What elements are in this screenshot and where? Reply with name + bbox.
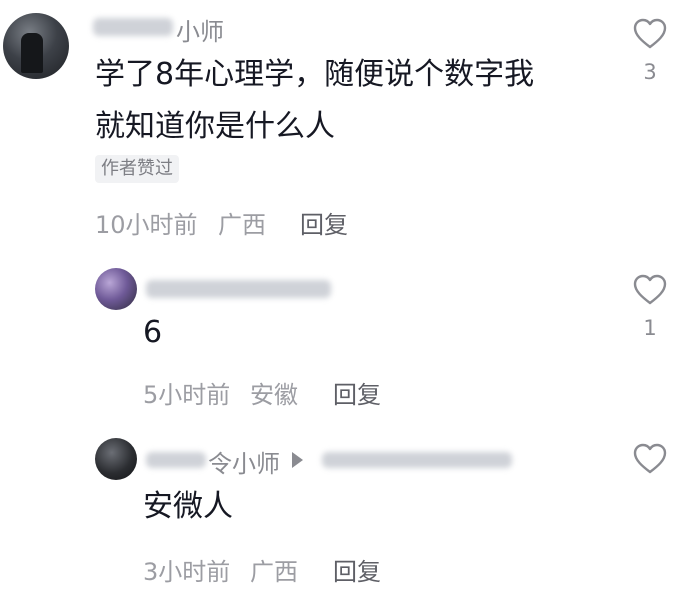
username-suffix: 令小师 <box>208 450 280 478</box>
comment-text: 就知道你是什么人 <box>95 109 335 144</box>
comment-time: 5小时前 <box>143 381 231 409</box>
username[interactable] <box>146 280 331 298</box>
comment-location: 广西 <box>218 211 266 239</box>
reply-button[interactable]: 回复 <box>333 375 381 410</box>
triangle-right-icon <box>292 452 303 468</box>
username-suffix: 小师 <box>176 18 224 46</box>
comment-location: 广西 <box>250 558 298 586</box>
reply-button[interactable]: 回复 <box>300 205 348 240</box>
avatar[interactable] <box>3 13 69 79</box>
reply-to-username[interactable] <box>322 452 512 468</box>
heart-outline-icon[interactable] <box>633 274 667 306</box>
reply-button[interactable]: 回复 <box>333 552 381 587</box>
like-count: 1 <box>643 316 657 340</box>
comment-text: 学了8年心理学，随便说个数字我 <box>95 57 535 92</box>
author-liked-tag: 作者赞过 <box>95 155 179 183</box>
comment-time: 3小时前 <box>143 558 231 586</box>
comment-text: 安微人 <box>143 489 233 524</box>
heart-outline-icon[interactable] <box>633 443 667 475</box>
avatar[interactable] <box>95 268 137 310</box>
comment-text: 6 <box>143 315 163 350</box>
comment-time: 10小时前 <box>95 211 198 239</box>
heart-outline-icon[interactable] <box>633 18 667 50</box>
avatar[interactable] <box>95 438 137 480</box>
comment-location: 安徽 <box>250 381 298 409</box>
like-count: 3 <box>643 60 657 84</box>
